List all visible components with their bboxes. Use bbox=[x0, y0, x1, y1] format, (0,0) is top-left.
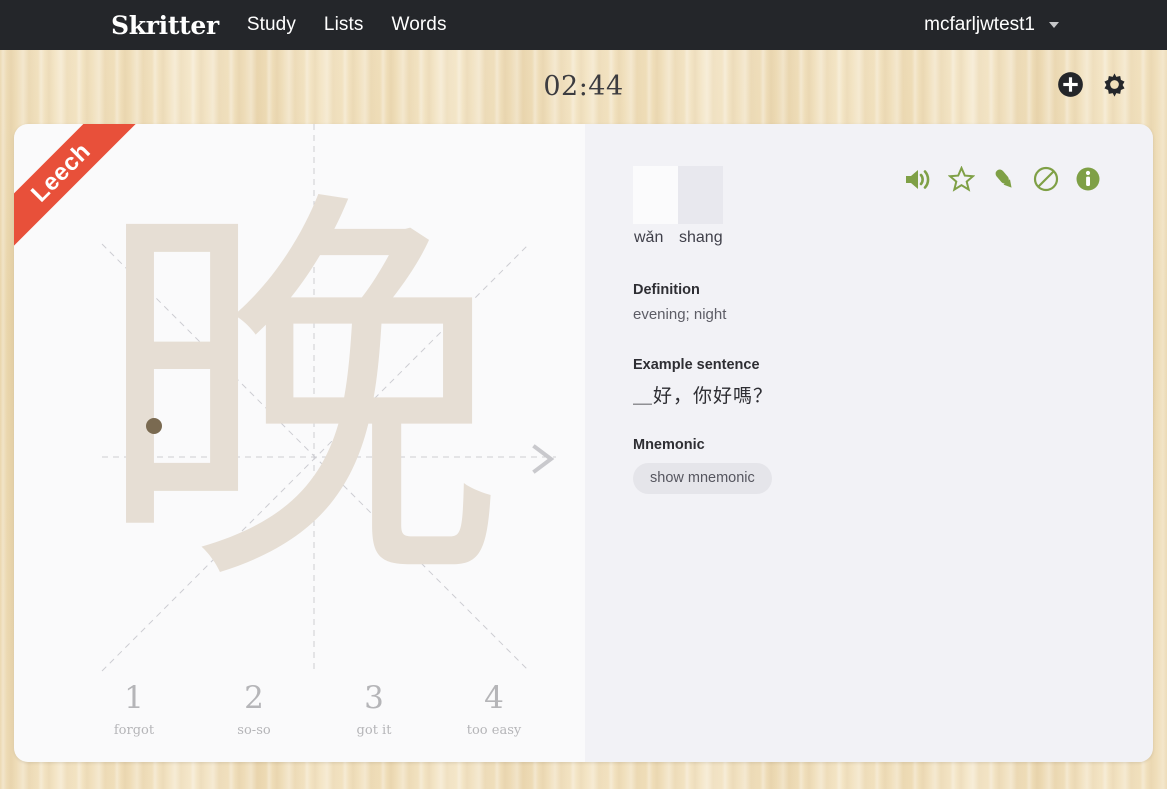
grade-button-1[interactable]: 1 forgot bbox=[74, 680, 194, 738]
chevron-down-icon[interactable] bbox=[1049, 22, 1059, 28]
grade-number: 3 bbox=[364, 680, 384, 716]
grade-number: 1 bbox=[124, 680, 144, 716]
vocab-info-pane: wǎn shang Definition evening; night Exam… bbox=[585, 124, 1153, 762]
grade-number: 2 bbox=[244, 680, 264, 716]
writing-canvas[interactable]: Leech 晚 1 forgot 2 so-so 3 got it 4 too … bbox=[14, 124, 585, 762]
character-boxes bbox=[633, 166, 723, 224]
ban-icon[interactable] bbox=[1033, 166, 1059, 192]
info-icon[interactable] bbox=[1075, 166, 1101, 192]
grade-button-2[interactable]: 2 so-so bbox=[194, 680, 314, 738]
top-navbar: Skritter Study Lists Words mcfarljwtest1 bbox=[0, 0, 1167, 50]
pinyin-syllable-2: shang bbox=[679, 229, 723, 246]
grade-number: 4 bbox=[484, 680, 504, 716]
grade-label: too easy bbox=[466, 723, 522, 738]
brand-logo[interactable]: Skritter bbox=[111, 11, 219, 40]
grade-button-3[interactable]: 3 got it bbox=[314, 680, 434, 738]
chevron-right-icon[interactable] bbox=[525, 439, 561, 479]
nav-link-study[interactable]: Study bbox=[247, 14, 296, 36]
account-menu[interactable]: mcfarljwtest1 bbox=[924, 0, 1167, 50]
example-sentence-section: Example sentence ＿好，你好嗎？ bbox=[633, 357, 773, 408]
mnemonic-section: Mnemonic show mnemonic bbox=[633, 437, 772, 494]
grading-row: 1 forgot 2 so-so 3 got it 4 too easy bbox=[74, 680, 554, 738]
username-label[interactable]: mcfarljwtest1 bbox=[924, 14, 1035, 36]
add-circle-icon[interactable] bbox=[1057, 71, 1084, 98]
nav-link-words[interactable]: Words bbox=[392, 14, 447, 36]
pencil-icon[interactable] bbox=[991, 166, 1017, 192]
character-box-1[interactable] bbox=[633, 166, 678, 224]
stroke-start-dot bbox=[146, 418, 162, 434]
prompt-character-hint: 晚 bbox=[94, 157, 505, 635]
gear-icon[interactable] bbox=[1100, 70, 1129, 99]
mnemonic-heading: Mnemonic bbox=[633, 437, 705, 453]
character-box-2[interactable] bbox=[678, 166, 723, 224]
pinyin-reading: wǎn shang bbox=[634, 229, 723, 247]
vocab-icon-group bbox=[904, 166, 1101, 192]
grade-label: so-so bbox=[237, 723, 271, 738]
grade-label: got it bbox=[356, 723, 392, 738]
definition-section: Definition evening; night bbox=[633, 282, 726, 323]
definition-text: evening; night bbox=[633, 306, 727, 323]
nav-link-lists[interactable]: Lists bbox=[324, 14, 364, 36]
grade-button-4[interactable]: 4 too easy bbox=[434, 680, 554, 738]
audio-speaker-icon[interactable] bbox=[904, 167, 932, 192]
pinyin-syllable-1: wǎn bbox=[634, 229, 664, 246]
show-mnemonic-button[interactable]: show mnemonic bbox=[633, 463, 772, 494]
study-card: Leech 晚 1 forgot 2 so-so 3 got it 4 too … bbox=[14, 124, 1153, 762]
session-timer: 02:44 bbox=[543, 71, 624, 102]
definition-heading: Definition bbox=[633, 282, 700, 298]
top-icon-group bbox=[1057, 70, 1129, 99]
example-heading: Example sentence bbox=[633, 357, 760, 373]
star-icon[interactable] bbox=[948, 166, 975, 192]
grade-label: forgot bbox=[113, 723, 155, 738]
example-text: ＿好，你好嗎？ bbox=[633, 385, 774, 407]
